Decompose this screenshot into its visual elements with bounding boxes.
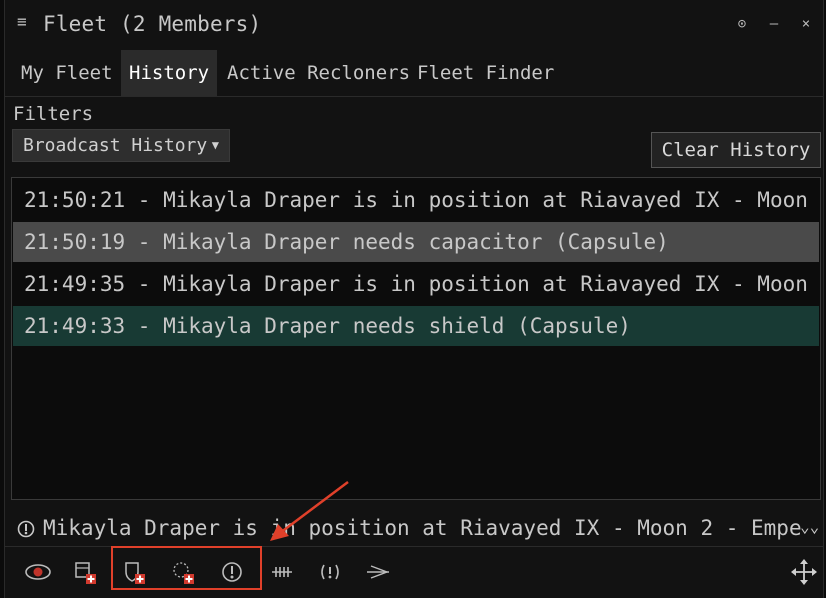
broadcast-ticker[interactable]: Mikayla Draper is in position at Riavaye… <box>17 512 823 544</box>
list-item[interactable]: 21:49:35 - Mikayla Draper is in position… <box>13 264 819 304</box>
menu-icon[interactable]: ≡ <box>17 14 33 30</box>
expand-icon[interactable]: ⌄⌄ <box>800 517 819 536</box>
history-list[interactable]: 21:50:21 - Mikayla Draper is in position… <box>11 177 821 500</box>
gear-icon[interactable]: ⊙ <box>734 16 750 32</box>
hold-position-icon[interactable] <box>267 557 297 587</box>
list-item[interactable]: 21:50:21 - Mikayla Draper is in position… <box>13 180 819 220</box>
tab-active-recloners[interactable]: Active Recloners <box>219 50 418 96</box>
tab-my-fleet[interactable]: My Fleet <box>13 50 121 96</box>
eye-icon[interactable] <box>23 557 53 587</box>
in-position-icon <box>17 520 35 538</box>
dropdown-value: Broadcast History <box>23 135 208 156</box>
warp-icon[interactable] <box>363 557 393 587</box>
ticker-text: Mikayla Draper is in position at Riavaye… <box>43 516 802 540</box>
tab-label: Fleet Finder <box>417 62 555 84</box>
armor-repair-icon[interactable] <box>71 557 101 587</box>
tab-label: History <box>129 62 210 84</box>
minimize-icon[interactable]: – <box>766 16 782 32</box>
window-title: Fleet (2 Members) <box>43 12 262 36</box>
tab-fleet-finder[interactable]: Fleet Finder <box>409 50 562 96</box>
list-item[interactable]: 21:49:33 - Mikayla Draper needs shield (… <box>13 306 819 346</box>
tab-history[interactable]: History <box>121 50 218 96</box>
divider <box>5 96 823 97</box>
tab-label: My Fleet <box>21 62 113 84</box>
align-icon[interactable] <box>315 557 345 587</box>
title-bar[interactable]: ≡ Fleet (2 Members) ⊙ – × <box>5 0 823 50</box>
fleet-window: ≡ Fleet (2 Members) ⊙ – × My Fleet Histo… <box>4 0 824 598</box>
tab-label: Active Recloners <box>227 62 411 84</box>
move-icon[interactable] <box>789 557 819 587</box>
filters-label: Filters <box>13 103 94 125</box>
clear-history-button[interactable]: Clear History <box>651 132 821 168</box>
annotation-highlight-box <box>111 546 262 590</box>
list-item[interactable]: 21:50:19 - Mikayla Draper needs capacito… <box>13 222 819 262</box>
close-icon[interactable]: × <box>798 16 814 32</box>
tab-bar: My Fleet History Active Recloners Fleet … <box>5 50 823 96</box>
caret-down-icon: ▼ <box>211 138 219 152</box>
history-type-dropdown[interactable]: Broadcast History ▼ <box>12 129 230 162</box>
